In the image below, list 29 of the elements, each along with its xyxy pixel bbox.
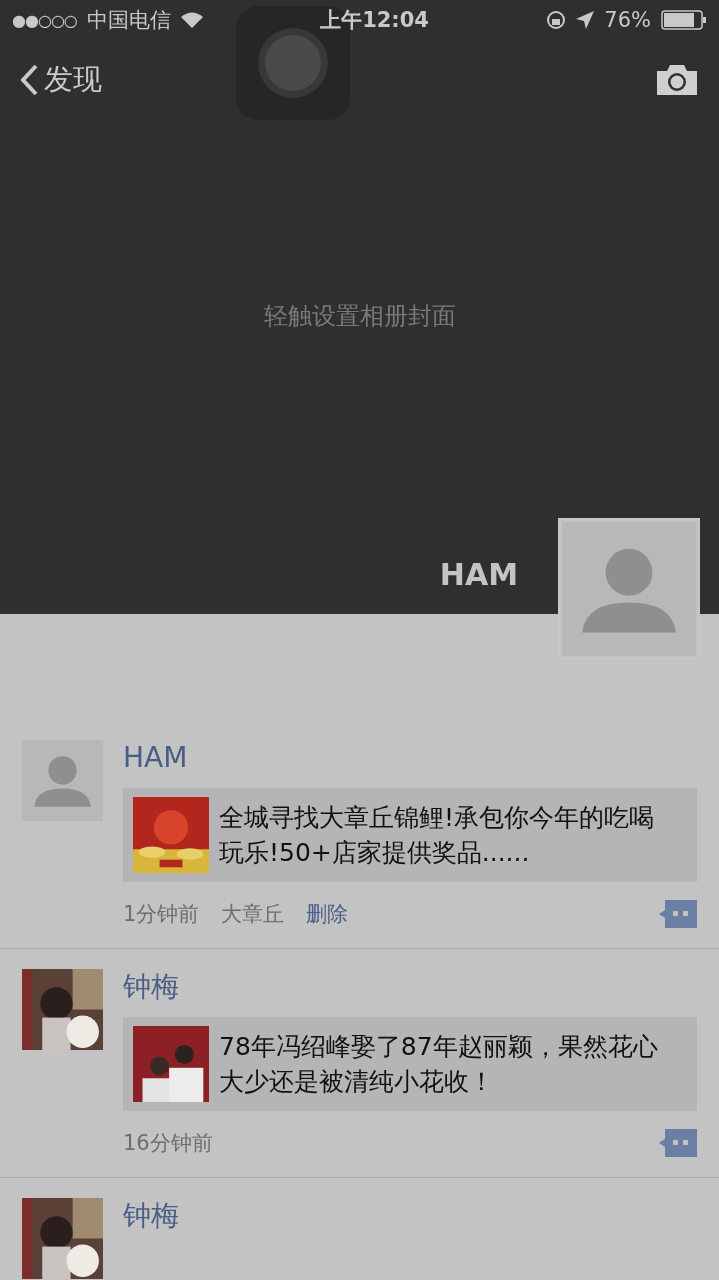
author-name[interactable]: 钟梅 bbox=[123, 969, 697, 1005]
shared-link-card[interactable]: 78年冯绍峰娶了87年赵丽颖，果然花心大少还是被清纯小花收！ bbox=[123, 1017, 697, 1111]
battery-icon bbox=[661, 10, 707, 30]
post-location[interactable]: 大章丘 bbox=[221, 900, 285, 928]
back-button[interactable]: 发现 bbox=[20, 60, 102, 100]
delete-link[interactable]: 删除 bbox=[306, 900, 349, 928]
location-arrow-icon bbox=[576, 11, 595, 29]
rotation-lock-icon bbox=[546, 10, 567, 30]
post-time: 1分钟前 bbox=[123, 901, 200, 928]
signal-strength: ●●○○○ bbox=[12, 10, 77, 30]
link-title: 78年冯绍峰娶了87年赵丽颖，果然花心大少还是被清纯小花收！ bbox=[219, 1031, 659, 1098]
profile-name: HAM bbox=[439, 556, 518, 592]
shared-link-card[interactable]: 全城寻找大章丘锦鲤!承包你今年的吃喝玩乐!50+店家提供奖品...... bbox=[123, 788, 697, 882]
link-title: 全城寻找大章丘锦鲤!承包你今年的吃喝玩乐!50+店家提供奖品...... bbox=[219, 802, 656, 869]
person-silhouette-icon bbox=[562, 522, 696, 656]
battery-percentage: 76% bbox=[604, 8, 651, 32]
comment-button[interactable] bbox=[659, 900, 697, 928]
comment-button[interactable] bbox=[659, 1129, 697, 1157]
author-name[interactable]: 钟梅 bbox=[123, 1198, 697, 1234]
camera-button[interactable] bbox=[655, 63, 699, 97]
post-time: 16分钟前 bbox=[123, 1130, 213, 1157]
person-silhouette-icon bbox=[22, 740, 103, 821]
set-cover-hint[interactable]: 轻触设置相册封面 bbox=[0, 300, 719, 332]
wifi-icon bbox=[180, 12, 203, 28]
profile-avatar[interactable] bbox=[558, 518, 700, 660]
carrier-name: 中国电信 bbox=[86, 7, 171, 34]
clock-time: 上午12:04 bbox=[320, 7, 429, 34]
author-name[interactable]: HAM bbox=[123, 740, 697, 776]
back-chevron-icon bbox=[20, 64, 38, 96]
